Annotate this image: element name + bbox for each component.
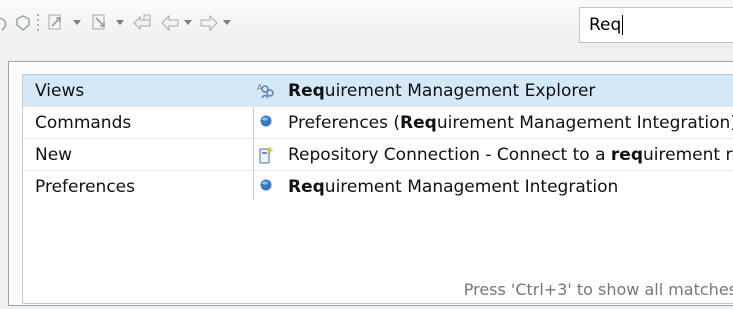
- result-label-suffix: uirement Management Integration): [436, 112, 733, 133]
- result-label: Repository Connection - Connect to a req…: [288, 145, 733, 165]
- result-row-views[interactable]: Views A Requirement Management Explorer: [23, 75, 733, 106]
- blue-dot-icon: [255, 176, 277, 198]
- toolbar-separator: [36, 12, 40, 34]
- result-row-commands[interactable]: Commands Preferences (Requirement Manage…: [23, 107, 733, 138]
- category-label: Preferences: [35, 176, 135, 197]
- result-label-match: Req: [288, 80, 325, 101]
- last-edit-location-icon[interactable]: [132, 12, 154, 34]
- results-table: Views A Requirement Management Explorer …: [22, 74, 733, 304]
- result-label: Preferences (Requirement Management Inte…: [288, 113, 733, 133]
- text-caret: [622, 15, 624, 35]
- result-label: Requirement Management Explorer: [288, 81, 733, 101]
- blue-dot-icon: [255, 112, 277, 134]
- result-label-prefix: Preferences (: [288, 112, 401, 133]
- result-label-match: Req: [288, 176, 325, 197]
- result-label-prefix: Repository Connection - Connect to a: [288, 144, 611, 165]
- result-row-new[interactable]: New Repository Connection - Connect to a…: [23, 139, 733, 170]
- forward-icon[interactable]: [199, 12, 219, 34]
- main-toolbar: Req: [0, 0, 733, 48]
- result-label-suffix: uirement repository: [643, 144, 733, 165]
- quick-access-search-input[interactable]: Req: [579, 7, 733, 43]
- redo-icon[interactable]: [14, 12, 32, 34]
- views-icon: A: [255, 80, 277, 102]
- result-label-match: req: [610, 144, 644, 165]
- chevron-down-icon[interactable]: [115, 17, 125, 27]
- next-annotation-icon[interactable]: [46, 12, 68, 34]
- previous-annotation-icon[interactable]: [90, 12, 112, 34]
- chevron-down-icon[interactable]: [183, 17, 193, 27]
- result-label-suffix: uirement Management Integration: [324, 176, 619, 197]
- repository-icon: [255, 144, 277, 166]
- show-all-matches-hint: Press 'Ctrl+3' to show all matches: [463, 280, 733, 299]
- result-row-preferences[interactable]: Preferences Requirement Management Integ…: [23, 171, 733, 202]
- search-value: Req: [589, 15, 622, 35]
- chevron-down-icon[interactable]: [222, 17, 232, 27]
- category-label: New: [35, 144, 73, 165]
- chevron-down-icon[interactable]: [72, 17, 82, 27]
- result-label-match: Req: [400, 112, 437, 133]
- category-label: Views: [35, 80, 85, 101]
- back-icon[interactable]: [160, 12, 180, 34]
- result-label: Requirement Management Integration: [288, 177, 733, 197]
- quick-access-popup: Views A Requirement Management Explorer …: [8, 61, 733, 306]
- undo-icon[interactable]: [0, 12, 10, 34]
- result-label-suffix: uirement Management Explorer: [324, 80, 596, 101]
- category-label: Commands: [35, 112, 132, 133]
